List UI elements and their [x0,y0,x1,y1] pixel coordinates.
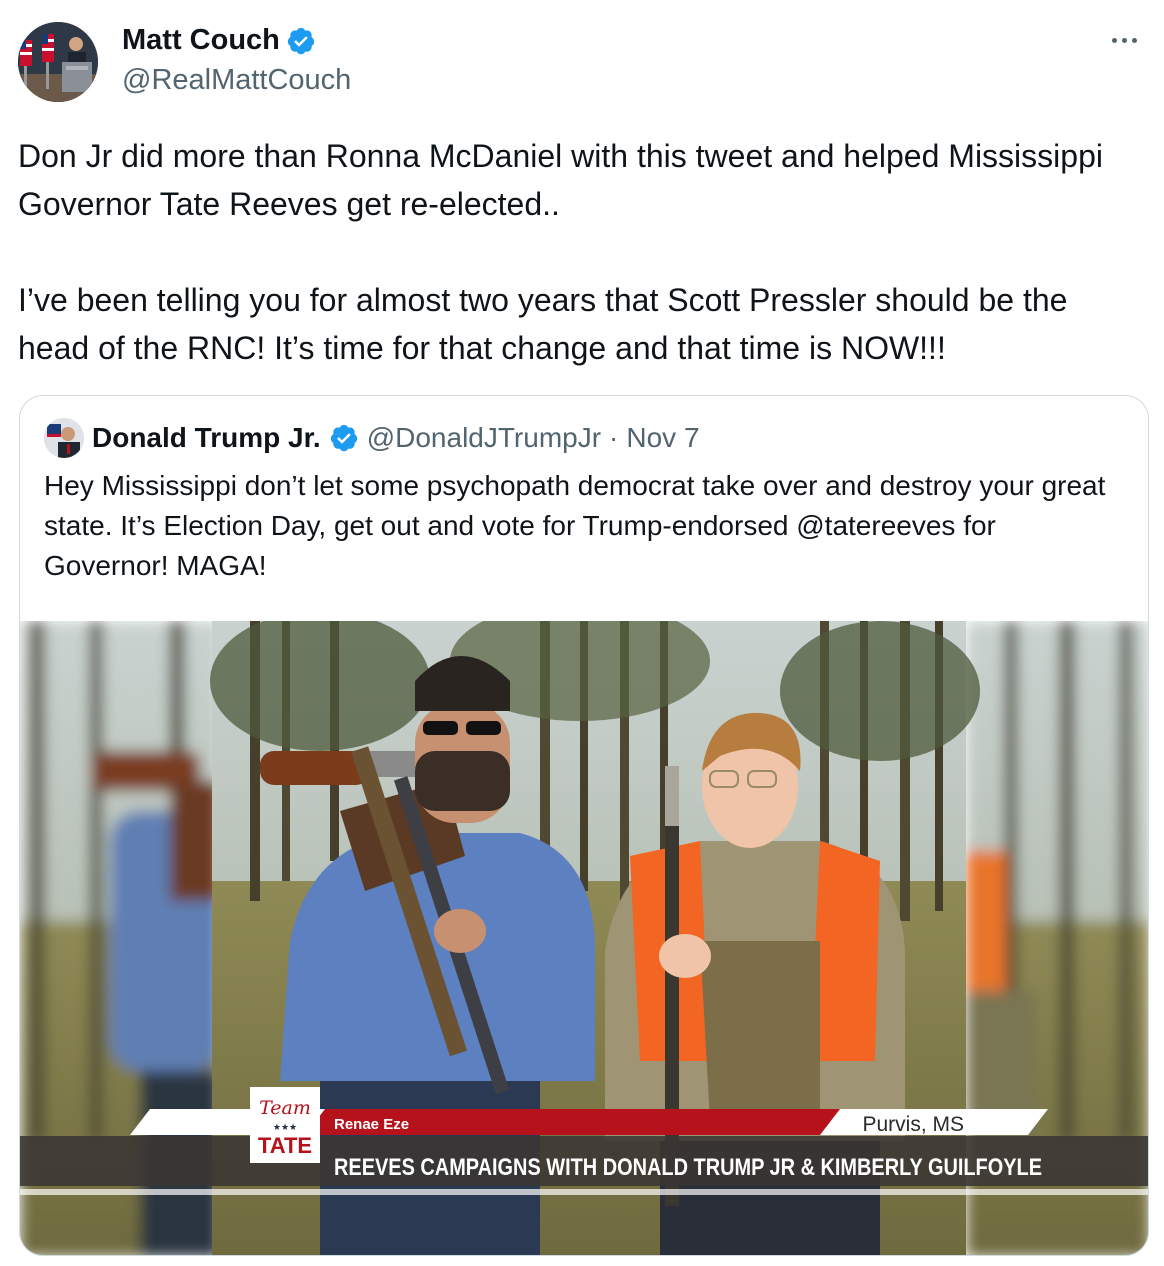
quoted-tweet[interactable]: Donald Trump Jr. @DonaldJTrumpJr · Nov 7… [19,395,1149,1256]
tweet-text: Don Jr did more than Ronna McDaniel with… [18,138,1103,366]
author-name-row[interactable]: Matt Couch [122,24,316,57]
quoted-author-name[interactable]: Donald Trump Jr. [92,422,321,454]
avatar-image [18,22,98,102]
quoted-author-handle[interactable]: @DonaldJTrumpJr [367,422,601,454]
more-options-icon[interactable] [1104,28,1144,52]
logo-team-text: Team [259,1097,311,1119]
quoted-text: Hey Mississippi don’t let some psychopat… [44,470,1106,581]
verified-badge-icon [287,27,314,54]
quoted-header: Donald Trump Jr. @DonaldJTrumpJr · Nov 7 [44,418,700,458]
media-photo: Team ★★★ TATE Renae Eze Purvis, MS REEVE… [20,621,1148,1255]
author-handle[interactable]: @RealMattCouch [122,64,351,97]
quoted-verified-badge-icon [330,424,357,452]
logo-tate-text: TATE [258,1133,312,1158]
quoted-avatar[interactable] [44,418,84,458]
author-avatar[interactable] [18,22,98,102]
quoted-avatar-image [44,418,84,458]
author-name[interactable]: Matt Couch [122,24,280,57]
quoted-media-image[interactable]: Team ★★★ TATE Renae Eze Purvis, MS REEVE… [20,621,1148,1255]
reporter-name: Renae Eze [334,1116,409,1133]
quoted-separator: · [609,422,619,453]
headline-text: REEVES CAMPAIGNS WITH DONALD TRUMP JR & … [334,1154,1042,1181]
quoted-date[interactable]: Nov 7 [626,422,699,454]
location-text: Purvis, MS [862,1113,964,1136]
logo-stars-text: ★★★ [273,1123,297,1133]
